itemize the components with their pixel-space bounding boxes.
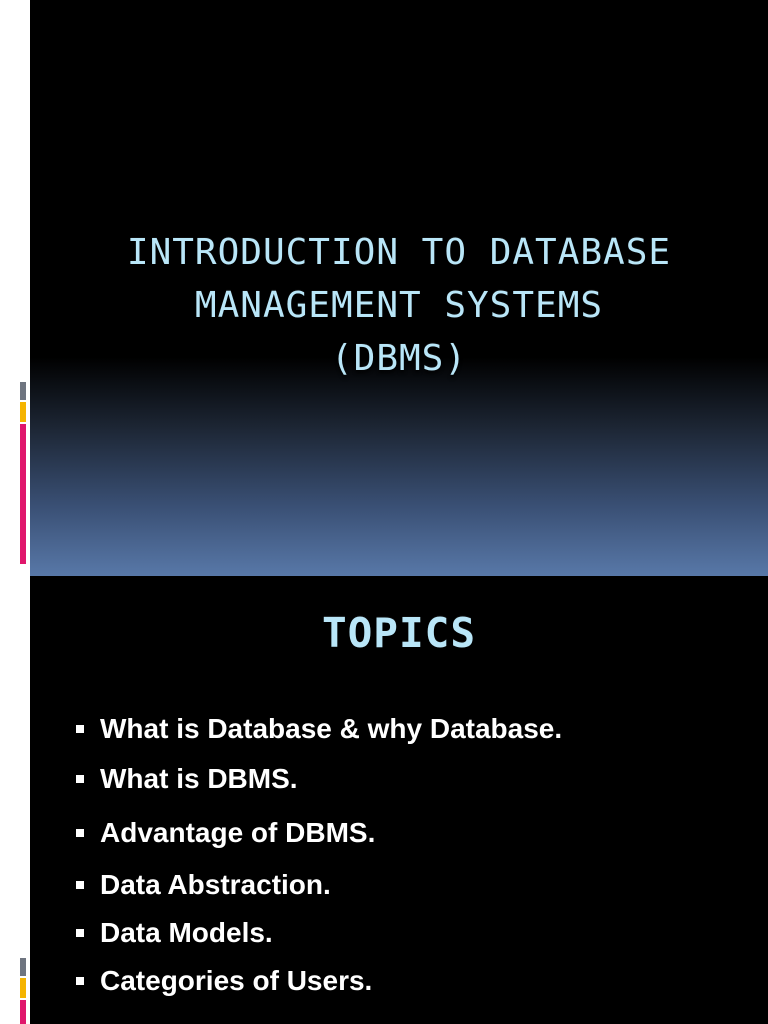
bullet-text: Data Abstraction. [100,869,331,900]
slide-1-accent-gray [20,382,26,400]
slide-1-title: INTRODUCTION TO DATABASE MANAGEMENT SYST… [30,226,768,385]
slide-left-edge [0,0,30,1024]
bullet-text: Advantage of DBMS. [100,817,376,848]
square-bullet-icon [76,977,84,985]
square-bullet-icon [76,929,84,937]
slide-viewer-page: INTRODUCTION TO DATABASE MANAGEMENT SYST… [0,0,768,1024]
topics-bullet-list: What is Database & why Database. What is… [30,576,768,1024]
slide-2-top-edge-mark [16,634,20,664]
slide-1-top-edge-mark [16,58,20,88]
slide-2-top-edge-mark-dark [22,634,26,664]
square-bullet-icon [76,725,84,733]
slide-1-title-line: (DBMS) [330,338,468,379]
bullet-text: Categories of Users. [100,965,373,996]
slide-2-accent-gray [20,958,26,976]
slide-1-title-line: INTRODUCTION TO DATABASE [126,232,672,273]
slide-1-top-edge-mark-dark [22,58,26,88]
square-bullet-icon [76,829,84,837]
slide-2-accent-pink [20,1000,26,1024]
slide-1-accent-yellow [20,402,26,422]
bullet-text: Data Models. [100,917,273,948]
bullet-text: What is Database & why Database. [100,713,563,744]
slide-2-accent-yellow [20,978,26,998]
slide-1-title-slide[interactable]: INTRODUCTION TO DATABASE MANAGEMENT SYST… [30,0,768,576]
bullet-text: What is DBMS. [100,763,298,794]
square-bullet-icon [76,775,84,783]
slide-1-accent-pink [20,424,26,564]
square-bullet-icon [76,881,84,889]
slide-2-topics-slide[interactable]: TOPICS What is Database & why Database. … [30,576,768,1024]
slide-1-title-line: MANAGEMENT SYSTEMS [194,285,604,326]
